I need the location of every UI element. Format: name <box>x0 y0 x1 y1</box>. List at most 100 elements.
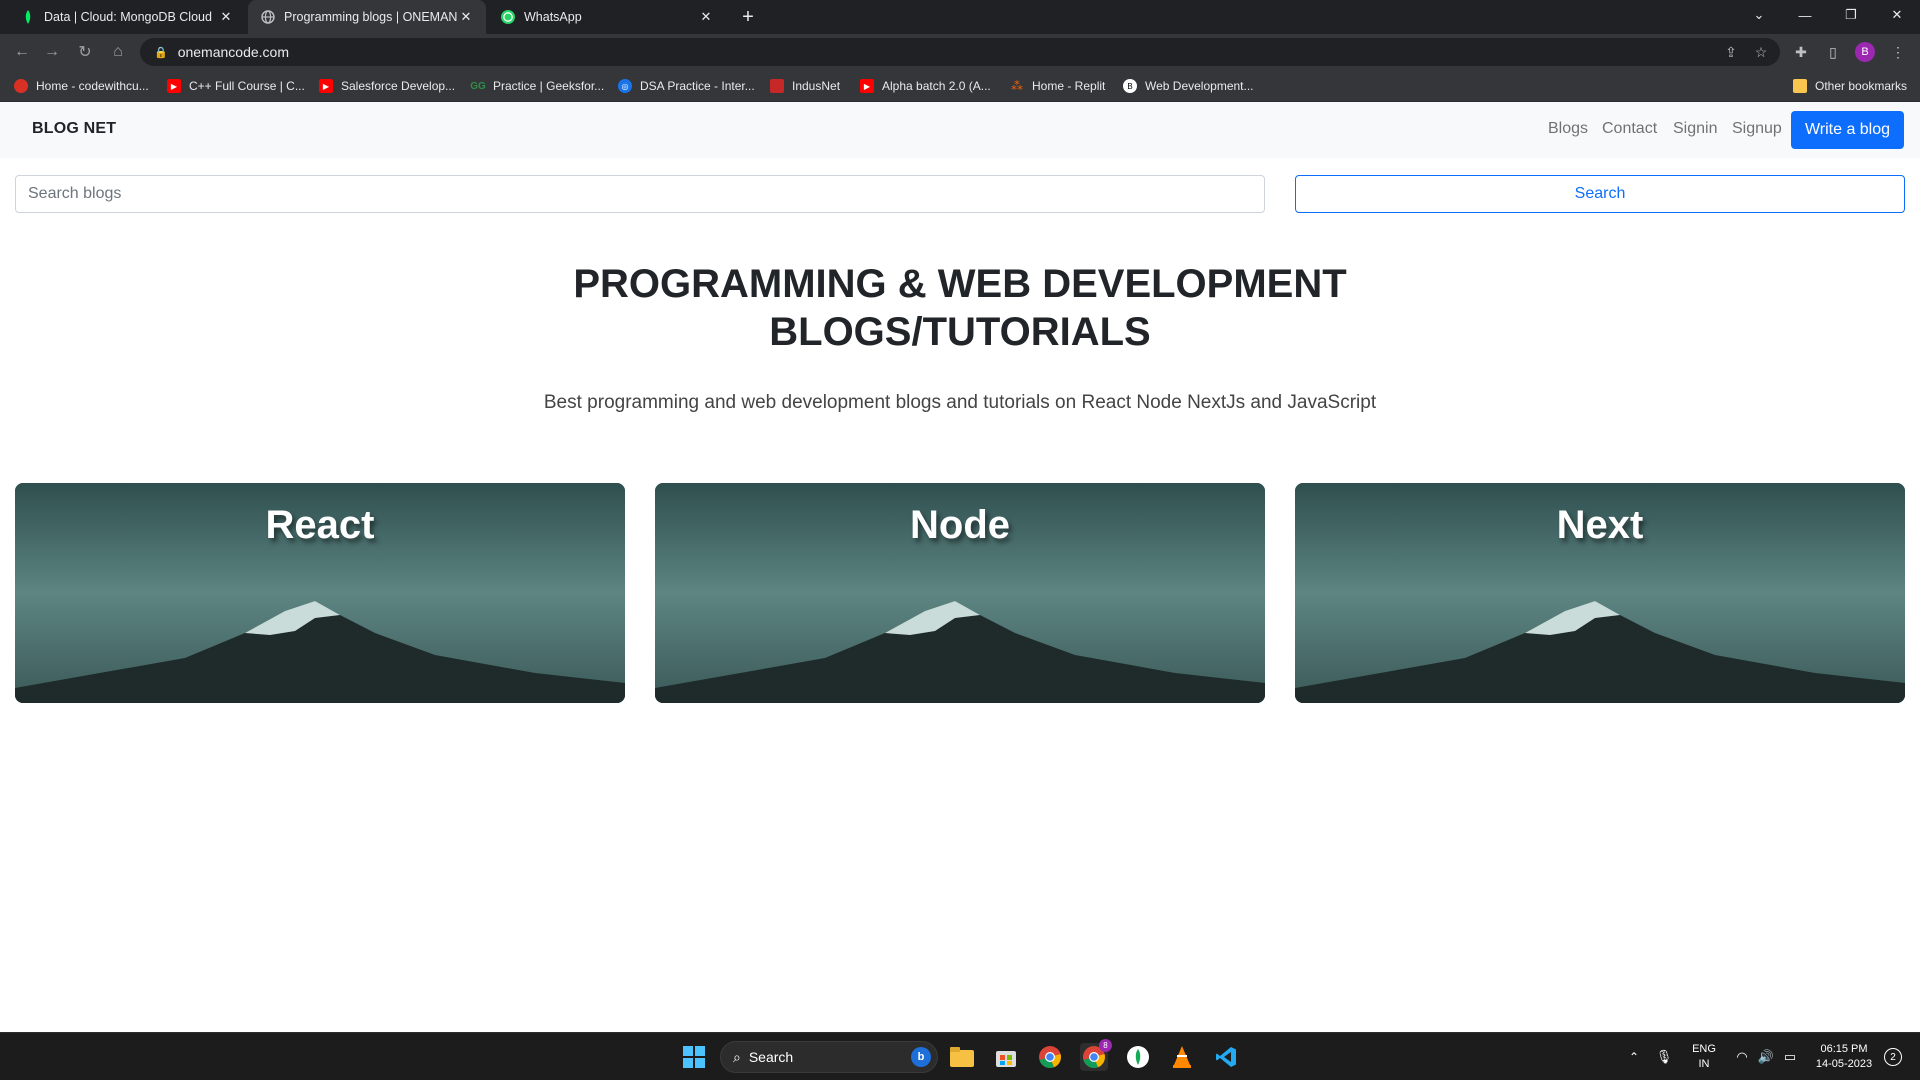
card-title: Next <box>1556 503 1644 547</box>
search-input[interactable] <box>15 175 1265 213</box>
language-code: ENG <box>1692 1043 1716 1055</box>
page-title-line: PROGRAMMING & WEB DEVELOPMENT <box>573 262 1347 306</box>
card-title: Node <box>910 503 1010 547</box>
tab-search-icon[interactable]: ⌄ <box>1736 0 1782 30</box>
profile-avatar[interactable]: B <box>1855 42 1875 62</box>
category-card-next[interactable]: Next <box>1295 483 1905 703</box>
close-icon[interactable]: ✕ <box>458 9 474 25</box>
page-title-line: BLOGS/TUTORIALS <box>769 310 1151 354</box>
bookmark-item[interactable]: B Web Development... <box>1123 76 1254 96</box>
youtube-icon: ▶ <box>319 79 333 93</box>
indusnet-icon <box>770 79 784 93</box>
notification-badge[interactable]: 2 <box>1884 1048 1902 1066</box>
bookmark-item[interactable]: ▶ Alpha batch 2.0 (A... <box>860 76 991 96</box>
chevron-up-icon[interactable]: ⌃ <box>1620 1043 1648 1071</box>
bookmark-label: DSA Practice - Inter... <box>640 79 755 93</box>
write-blog-button[interactable]: Write a blog <box>1791 111 1904 149</box>
tab-title: Data | Cloud: MongoDB Cloud <box>44 10 212 24</box>
page-subtitle: Best programming and web development blo… <box>543 392 1377 413</box>
close-icon[interactable]: ✕ <box>698 9 714 25</box>
language-indicator[interactable]: ENG IN <box>1686 1042 1722 1072</box>
category-card-react[interactable]: React <box>15 483 625 703</box>
forward-arrow-icon[interactable]: → <box>40 40 64 64</box>
tab-mongodb[interactable]: Data | Cloud: MongoDB Cloud ✕ <box>8 0 246 34</box>
minimize-icon[interactable]: — <box>1782 0 1828 30</box>
nav-link-signin[interactable]: Signin <box>1673 120 1717 138</box>
nav-link-signup[interactable]: Signup <box>1732 120 1782 138</box>
clock[interactable]: 06:15 PM 14-05-2023 <box>1806 1042 1882 1072</box>
other-bookmarks-folder[interactable]: Other bookmarks <box>1793 76 1907 96</box>
browser-toolbar: ← → ↻ ⌂ 🔒 onemancode.com ⇪ ☆ ✚ ▯ B ⋮ <box>0 34 1920 70</box>
bookmark-label: Alpha batch 2.0 (A... <box>882 79 991 93</box>
nav-link-blogs[interactable]: Blogs <box>1548 120 1588 138</box>
globe-icon <box>260 9 276 25</box>
chrome-icon[interactable] <box>1036 1043 1064 1071</box>
mongodb-leaf-icon <box>20 9 36 25</box>
bookmark-label: Home - Replit <box>1032 79 1106 93</box>
site-navbar: BLOG NET Blogs Contact Signin Signup Wri… <box>0 102 1920 158</box>
youtube-icon: ▶ <box>167 79 181 93</box>
close-icon[interactable]: ✕ <box>218 9 234 25</box>
search-icon: ⌕ <box>733 1048 741 1065</box>
chrome-badge: 8 <box>1099 1039 1112 1052</box>
new-tab-button[interactable]: + <box>736 5 760 29</box>
file-explorer-icon[interactable] <box>948 1043 976 1071</box>
browser-tab-strip: Data | Cloud: MongoDB Cloud ✕ Programmin… <box>0 0 1920 34</box>
vlc-icon[interactable] <box>1168 1043 1196 1071</box>
interviewbit-icon: ◎ <box>618 79 632 93</box>
bookmark-label: C++ Full Course | C... <box>189 79 305 93</box>
bookmark-label: Web Development... <box>1145 79 1254 93</box>
bookmark-item[interactable]: ▶ C++ Full Course | C... <box>167 76 305 96</box>
bookmark-label: Salesforce Develop... <box>341 79 456 93</box>
tab-programming-blogs[interactable]: Programming blogs | ONEMANCODE ✕ <box>248 0 486 34</box>
menu-kebab-icon[interactable]: ⋮ <box>1887 41 1909 63</box>
bookmark-item[interactable]: ▶ Salesforce Develop... <box>319 76 455 96</box>
tab-whatsapp[interactable]: WhatsApp ✕ <box>488 0 726 34</box>
replit-icon: ⁂ <box>1011 79 1023 93</box>
bookmark-item[interactable]: ◎ DSA Practice - Inter... <box>618 76 755 96</box>
tab-title: Programming blogs | ONEMANCODE <box>284 10 458 24</box>
mongodb-compass-icon[interactable] <box>1124 1043 1152 1071</box>
whatsapp-icon <box>500 9 516 25</box>
restore-icon[interactable]: ❐ <box>1828 0 1874 30</box>
webdev-icon: B <box>1123 79 1137 93</box>
side-panel-icon[interactable]: ▯ <box>1822 41 1844 63</box>
battery-icon[interactable]: ▭ <box>1776 1043 1804 1071</box>
youtube-icon: ▶ <box>860 79 874 93</box>
bookmark-label: Practice | Geeksfor... <box>493 79 605 93</box>
taskbar-search[interactable]: ⌕ Search b <box>720 1041 938 1073</box>
category-card-node[interactable]: Node <box>655 483 1265 703</box>
reload-icon[interactable]: ↻ <box>73 40 97 64</box>
search-button[interactable]: Search <box>1295 175 1905 213</box>
codewithharry-icon <box>14 79 28 93</box>
windows-taskbar: ⌕ Search b 8 ⌃ 🎙 ENG IN ◠ 🔊 ▭ 06:15 PM 1… <box>0 1032 1920 1080</box>
geeksforgeeks-icon: GG <box>470 80 486 92</box>
microphone-icon[interactable]: 🎙 <box>1650 1043 1678 1071</box>
nav-link-contact[interactable]: Contact <box>1602 120 1657 138</box>
clock-time: 06:15 PM <box>1820 1043 1868 1055</box>
window-close-icon[interactable]: ✕ <box>1874 0 1920 30</box>
tab-title: WhatsApp <box>524 10 582 24</box>
bookmark-item[interactable]: Home - codewithcu... <box>14 76 149 96</box>
extensions-puzzle-icon[interactable]: ✚ <box>1790 41 1812 63</box>
site-brand[interactable]: BLOG NET <box>32 120 116 138</box>
back-arrow-icon[interactable]: ← <box>10 40 34 64</box>
bookmark-star-icon[interactable]: ☆ <box>1750 42 1772 62</box>
microsoft-store-icon[interactable] <box>992 1043 1020 1071</box>
folder-icon <box>1793 79 1807 93</box>
home-icon[interactable]: ⌂ <box>106 40 130 64</box>
vscode-icon[interactable] <box>1212 1043 1240 1071</box>
share-icon[interactable]: ⇪ <box>1720 42 1742 62</box>
bookmark-item[interactable]: IndusNet <box>770 76 840 96</box>
bookmark-item[interactable]: ⁂ Home - Replit <box>1010 76 1105 96</box>
bookmark-label: Home - codewithcu... <box>36 79 149 93</box>
clock-date: 14-05-2023 <box>1815 1058 1873 1070</box>
card-title: React <box>265 503 375 547</box>
bookmark-label: Other bookmarks <box>1815 79 1908 93</box>
bookmark-item[interactable]: GG Practice | Geeksfor... <box>470 76 605 96</box>
address-bar[interactable]: 🔒 onemancode.com ⇪ ☆ <box>140 38 1780 66</box>
bookmarks-bar: Home - codewithcu... ▶ C++ Full Course |… <box>0 70 1920 102</box>
chrome-profile-icon[interactable]: 8 <box>1080 1039 1112 1071</box>
windows-start-icon[interactable] <box>680 1043 708 1071</box>
page-title: PROGRAMMING & WEB DEVELOPMENT BLOGS/TUTO… <box>460 260 1460 356</box>
